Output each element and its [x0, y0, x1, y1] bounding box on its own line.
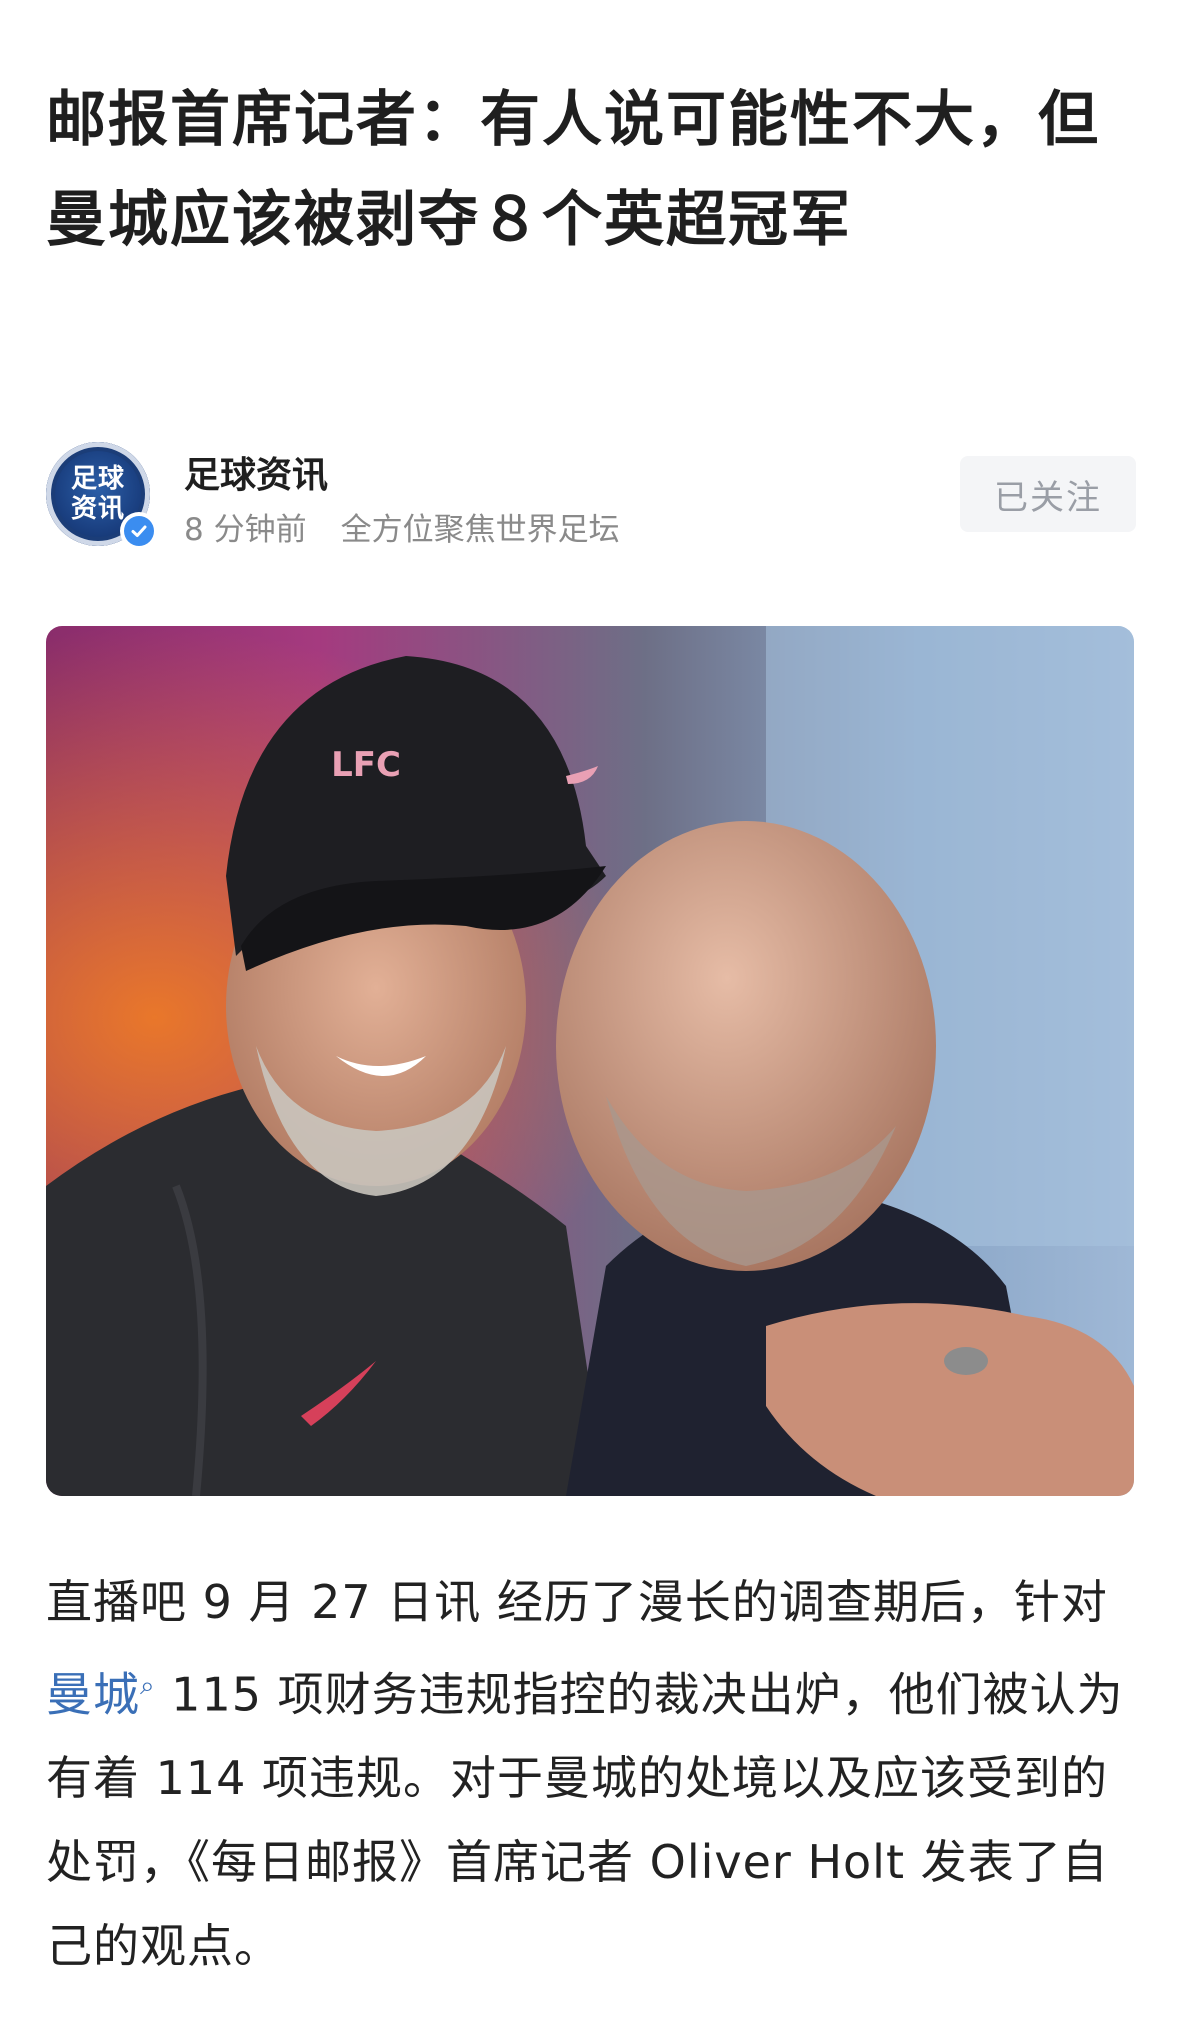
author-row: 足球 资讯 足球资讯 8 分钟前 全方位聚焦世界足坛 已关注: [46, 440, 1136, 560]
article-title: 邮报首席记者：有人说可能性不大，但曼城应该被剥夺８个英超冠军: [46, 85, 1100, 255]
author-tagline: 全方位聚焦世界足坛: [340, 512, 620, 548]
body-part-1: 直播吧 9 月 27 日讯 经历了漫长的调查期后，针对: [46, 1575, 1108, 1629]
verified-check-icon: [120, 512, 158, 550]
author-name[interactable]: 足球资讯: [184, 446, 328, 498]
follow-button[interactable]: 已关注: [960, 456, 1136, 532]
article-photo[interactable]: LFC: [46, 626, 1134, 1496]
body-part-2: 115 项财务违规指控的裁决出炉，他们被认为有着 114 项违规。对于曼城的处境…: [46, 1667, 1124, 1974]
photo-illustration: LFC: [46, 626, 1134, 1496]
publish-time: 8 分钟前: [184, 512, 307, 548]
search-icon[interactable]: ⌕: [140, 1671, 156, 1701]
avatar-text-line-2: 资讯: [70, 494, 125, 524]
avatar-text-line-1: 足球: [70, 464, 125, 494]
author-meta: 8 分钟前 全方位聚焦世界足坛: [184, 504, 620, 549]
man-city-link[interactable]: 曼城: [46, 1667, 140, 1721]
article-page: 邮报首席记者：有人说可能性不大，但曼城应该被剥夺８个英超冠军 足球 资讯 足球资…: [0, 0, 1179, 2026]
cap-badge-text: LFC: [331, 745, 401, 785]
article-body: 直播吧 9 月 27 日讯 经历了漫长的调查期后，针对曼城⌕ 115 项财务违规…: [46, 1560, 1136, 1988]
